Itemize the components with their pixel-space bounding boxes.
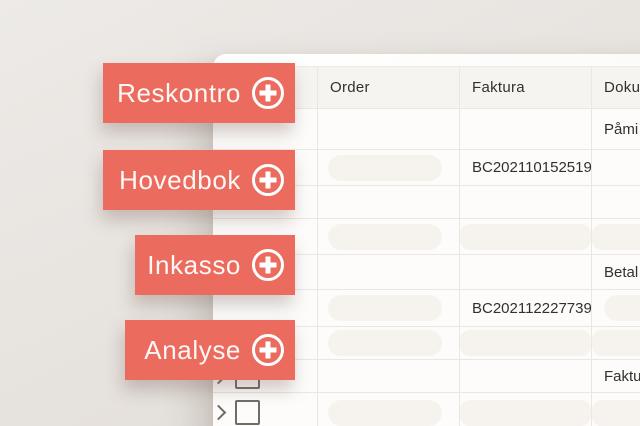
dokument-cell: Påmi — [604, 120, 639, 138]
skeleton-pill — [328, 154, 442, 181]
skeleton-pill — [592, 399, 640, 426]
inkasso-module-button[interactable]: Inkasso — [135, 235, 295, 295]
plus-circle-icon — [252, 249, 284, 281]
analyse-module-button[interactable]: Analyse — [125, 320, 295, 380]
skeleton-pill — [460, 399, 591, 426]
inkasso-label: Inkasso — [147, 249, 241, 280]
skeleton-pill — [460, 330, 591, 356]
reskontro-module-button[interactable]: Reskontro — [103, 63, 295, 123]
plus-circle-icon — [252, 334, 284, 366]
hovedbok-module-button[interactable]: Hovedbok — [103, 150, 295, 210]
marketing-illustration: Order Faktura Doku Påmi BC202110152519 B… — [0, 0, 640, 426]
faktura-cell: BC202112227739 — [460, 290, 592, 326]
skeleton-pill — [604, 295, 640, 321]
table-row — [213, 393, 640, 426]
row-checkbox[interactable] — [235, 400, 260, 425]
dokument-cell: Betal — [604, 263, 639, 281]
dokument-cell: Faktu — [604, 367, 640, 385]
skeleton-pill — [592, 330, 640, 356]
analyse-label: Analyse — [144, 334, 241, 365]
column-header-dokument: Doku — [604, 79, 640, 96]
row-expander-chevron-icon[interactable] — [213, 404, 227, 421]
column-header-order: Order — [318, 67, 460, 108]
plus-circle-icon — [252, 77, 284, 109]
column-header-faktura: Faktura — [460, 67, 592, 108]
skeleton-pill — [592, 223, 640, 250]
reskontro-label: Reskontro — [117, 77, 241, 108]
faktura-cell: BC202110152519 — [460, 150, 592, 185]
hovedbok-label: Hovedbok — [119, 164, 241, 195]
skeleton-pill — [460, 223, 591, 250]
skeleton-pill — [328, 399, 442, 426]
skeleton-pill — [328, 330, 442, 356]
skeleton-pill — [328, 295, 442, 321]
skeleton-pill — [328, 223, 442, 250]
plus-circle-icon — [252, 164, 284, 196]
